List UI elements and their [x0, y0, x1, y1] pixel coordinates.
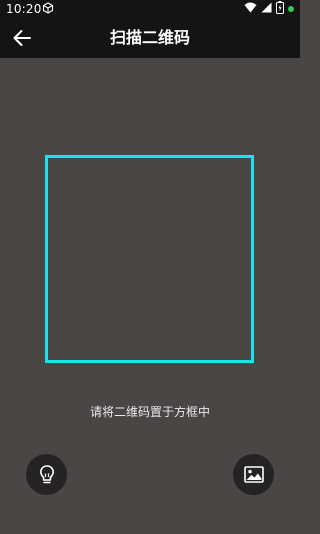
album-button[interactable] [233, 454, 274, 495]
signal-icon [261, 2, 272, 16]
lightbulb-icon [39, 464, 54, 483]
page-title: 扫描二维码 [109, 28, 190, 47]
scan-frame [45, 155, 254, 363]
status-bar: 10:20 [0, 0, 300, 18]
battery-icon [276, 1, 284, 17]
flashlight-button[interactable] [26, 454, 67, 495]
status-time: 10:20 [6, 2, 42, 16]
wifi-icon [244, 2, 257, 16]
scan-screen: 10:20 扫描二维码 请将二维码置于方框中 [0, 0, 300, 534]
image-icon [243, 466, 264, 483]
notification-dot-icon [288, 6, 294, 12]
cube-icon [42, 2, 54, 17]
status-icons [244, 1, 294, 17]
app-bar: 扫描二维码 [0, 18, 300, 58]
scan-hint: 请将二维码置于方框中 [89, 405, 210, 419]
